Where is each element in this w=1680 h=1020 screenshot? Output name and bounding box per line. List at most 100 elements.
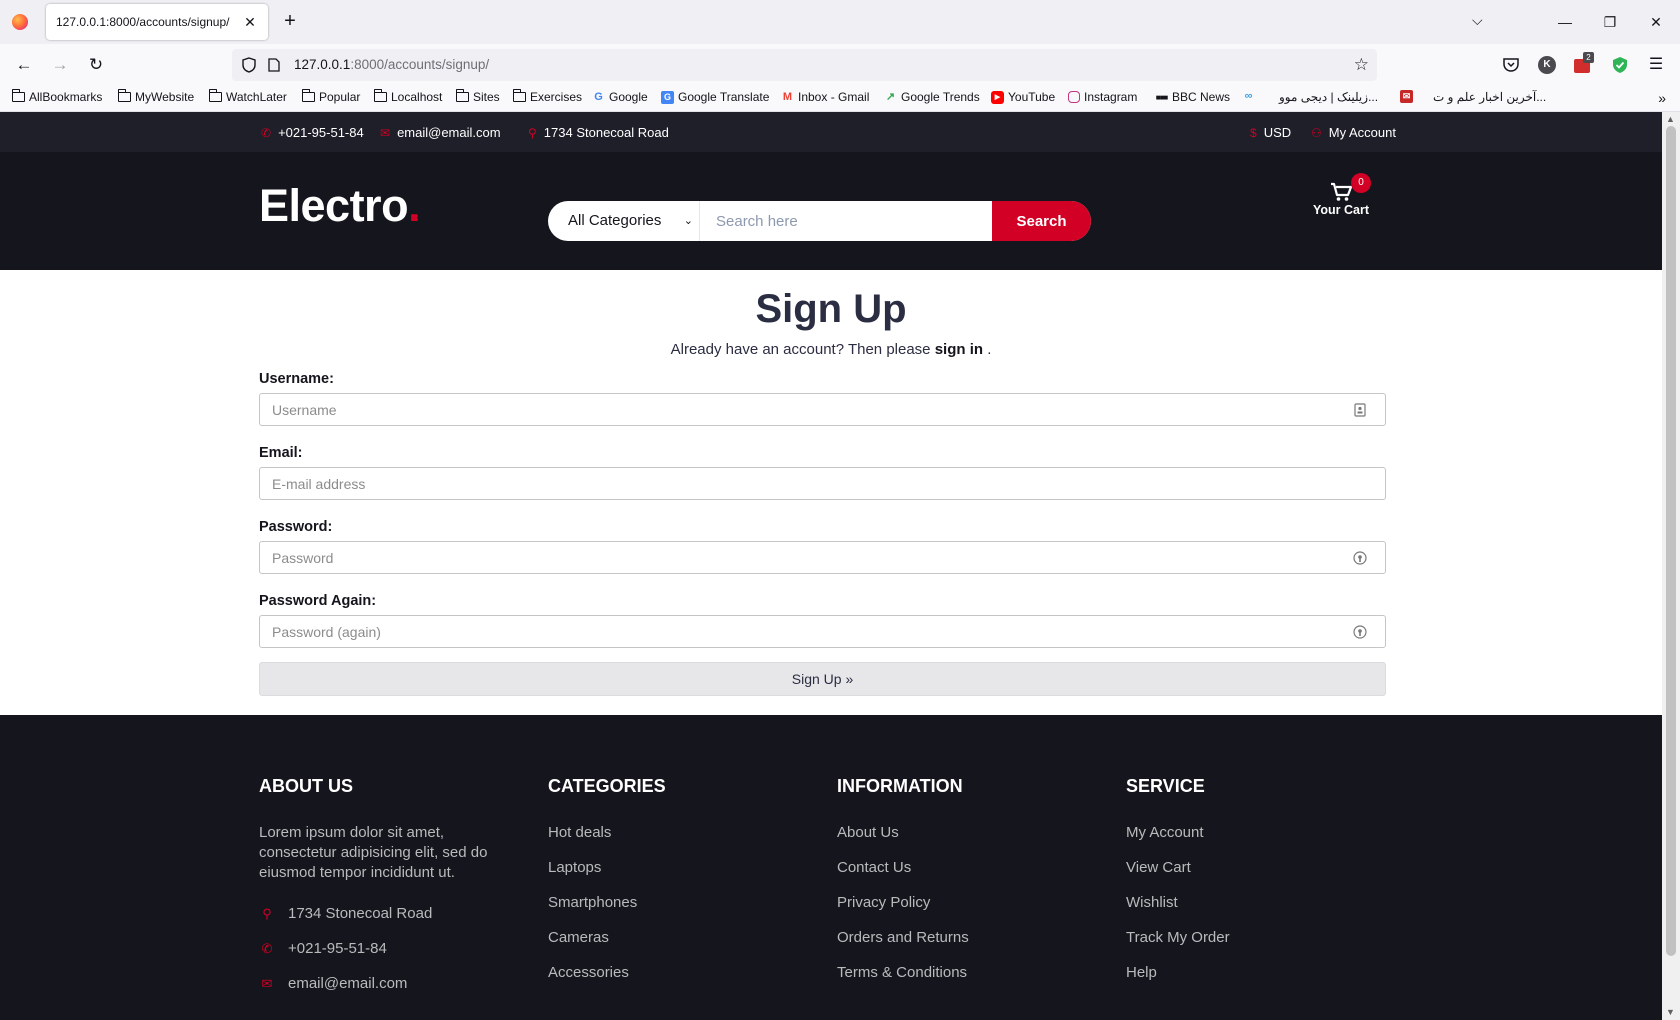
footer-link[interactable]: Laptops (548, 859, 601, 876)
footer-link[interactable]: Orders and Returns (837, 929, 969, 946)
bookmark-item[interactable]: ✉ (1400, 90, 1413, 103)
bookmark-item[interactable]: M Inbox - Gmail (781, 90, 869, 104)
header-email[interactable]: ✉ email@email.com (380, 125, 501, 140)
bookmark-item[interactable]: Popular (301, 89, 360, 104)
password-manager-icon[interactable] (1353, 551, 1367, 565)
bookmark-item[interactable]: زیلینک | دیجی موو... (1279, 90, 1378, 104)
bookmark-item[interactable]: Localhost (373, 89, 442, 104)
footer-link[interactable]: About Us (837, 824, 899, 841)
password-again-input[interactable] (260, 616, 1385, 647)
search-form: All Categories ⌄ Search (548, 201, 1091, 241)
bookmark-item[interactable]: ∞ (1242, 90, 1255, 103)
firefox-logo-icon (12, 14, 28, 30)
bookmark-item[interactable]: MyWebsite (117, 89, 194, 104)
footer-email[interactable]: ✉ email@email.com (259, 975, 408, 992)
main-header: Electro. All Categories⌄ Search Your Car… (0, 152, 1662, 270)
bookmark-star-icon[interactable]: ☆ (1354, 55, 1369, 75)
browser-tab-bar: 127.0.0.1:8000/accounts/signup/ ✕ + ⌵ — … (0, 0, 1680, 44)
footer-link[interactable]: Smartphones (548, 894, 637, 911)
forward-arrow-icon[interactable]: → (48, 53, 72, 77)
password-manager-icon[interactable] (1353, 625, 1367, 639)
footer-phone[interactable]: ✆ +021-95-51-84 (259, 940, 387, 957)
scroll-up-arrow-icon[interactable]: ▲ (1666, 114, 1675, 124)
bookmark-item[interactable]: ▶ YouTube (991, 90, 1055, 104)
footer-link[interactable]: Accessories (548, 964, 629, 981)
email-input[interactable] (260, 468, 1385, 499)
signup-submit-button[interactable]: Sign Up » (259, 662, 1386, 696)
web-page: ✆ +021-95-51-84 ✉ email@email.com ⚲ 1734 St… (0, 112, 1662, 1020)
bookmark-item[interactable]: WatchLater (208, 89, 287, 104)
my-account-link[interactable]: ⚇ My Account (1311, 125, 1396, 140)
scrollbar-thumb[interactable] (1666, 126, 1676, 956)
username-field[interactable] (259, 393, 1386, 426)
header-phone[interactable]: ✆ +021-95-51-84 (261, 125, 364, 140)
close-window-icon[interactable]: ✕ (1644, 10, 1668, 34)
header-address[interactable]: ⚲ 1734 Stonecoal Road (528, 125, 669, 140)
bookmark-item[interactable]: آخرین اخبار علم و ت... (1433, 90, 1546, 104)
search-button[interactable]: Search (992, 201, 1091, 241)
username-label: Username: (259, 371, 334, 387)
browser-tab[interactable]: 127.0.0.1:8000/accounts/signup/ ✕ (46, 4, 268, 40)
bookmark-item[interactable]: G Google Translate (661, 90, 769, 104)
category-select[interactable]: All Categories ⌄ (548, 201, 700, 241)
instagram-icon (1068, 91, 1080, 103)
footer-link[interactable]: Track My Order (1126, 929, 1230, 946)
footer-link[interactable]: Wishlist (1126, 894, 1178, 911)
footer-link[interactable]: Help (1126, 964, 1157, 981)
footer-heading: CATEGORIES (548, 776, 666, 796)
bookmark-item[interactable]: Instagram (1068, 90, 1137, 104)
folder-icon (373, 89, 387, 102)
restore-window-icon[interactable]: ❐ (1598, 10, 1622, 34)
cart-link[interactable]: Your Cart 0 (1300, 173, 1382, 217)
currency-selector[interactable]: $ USD (1250, 125, 1291, 140)
footer-link[interactable]: Cameras (548, 929, 609, 946)
adblock-shield-icon[interactable] (1611, 56, 1629, 74)
email-label: Email: (259, 445, 303, 461)
address-bar[interactable]: 127.0.0.1:8000/accounts/signup/ ☆ (232, 49, 1377, 81)
shield-icon[interactable] (242, 57, 256, 73)
search-input[interactable] (700, 201, 992, 241)
bookmark-item[interactable]: Sites (455, 89, 500, 104)
bookmark-item[interactable]: Exercises (512, 89, 582, 104)
page-scrollbar[interactable]: ▲ ▼ (1662, 112, 1680, 1020)
bookmark-item[interactable]: G Google (592, 90, 647, 104)
back-arrow-icon[interactable]: ← (12, 53, 36, 77)
footer-link[interactable]: Terms & Conditions (837, 964, 967, 981)
extension-icon[interactable]: 2 (1574, 52, 1594, 74)
app-menu-icon[interactable]: ☰ (1644, 53, 1668, 77)
footer-link[interactable]: Hot deals (548, 824, 611, 841)
minimize-window-icon[interactable]: — (1553, 10, 1577, 34)
bookmark-item[interactable]: ■■■ BBC News (1155, 90, 1230, 104)
username-input[interactable] (260, 394, 1385, 425)
password-again-label: Password Again: (259, 593, 377, 609)
gmail-icon: M (782, 90, 793, 103)
footer-link[interactable]: My Account (1126, 824, 1204, 841)
reload-icon[interactable]: ↻ (84, 53, 108, 77)
footer-link[interactable]: View Cart (1126, 859, 1191, 876)
bookmark-item[interactable]: ↗ Google Trends (884, 90, 980, 104)
shopping-cart-icon (1331, 182, 1352, 201)
footer-link[interactable]: Contact Us (837, 859, 911, 876)
contact-card-icon[interactable] (1353, 403, 1367, 417)
new-tab-button[interactable]: + (278, 10, 302, 34)
list-tabs-chevron-icon[interactable]: ⌵ (1472, 12, 1483, 29)
footer-address[interactable]: ⚲ 1734 Stonecoal Road (259, 905, 432, 922)
signin-link[interactable]: sign in (935, 341, 983, 358)
profile-avatar[interactable]: K (1538, 56, 1556, 74)
site-logo[interactable]: Electro. (259, 180, 421, 232)
more-bookmarks-chevron-icon[interactable]: » (1658, 90, 1666, 106)
page-info-icon[interactable] (268, 58, 280, 72)
scroll-down-arrow-icon[interactable]: ▼ (1666, 1007, 1675, 1017)
password-again-field[interactable] (259, 615, 1386, 648)
signin-prompt: Already have an account? Then please sig… (670, 341, 992, 358)
pocket-icon[interactable] (1502, 56, 1520, 74)
password-field[interactable] (259, 541, 1386, 574)
email-field[interactable] (259, 467, 1386, 500)
footer-link[interactable]: Privacy Policy (837, 894, 930, 911)
browser-nav-bar: ← → ↻ 127.0.0.1:8000/accounts/signup/ ☆ … (0, 44, 1680, 86)
password-input[interactable] (260, 542, 1385, 573)
bookmark-item[interactable]: AllBookmarks (11, 89, 102, 104)
url-text[interactable]: 127.0.0.1:8000/accounts/signup/ (294, 57, 489, 72)
bbc-icon: ■■■ (1155, 92, 1169, 102)
close-tab-icon[interactable]: ✕ (240, 12, 260, 32)
